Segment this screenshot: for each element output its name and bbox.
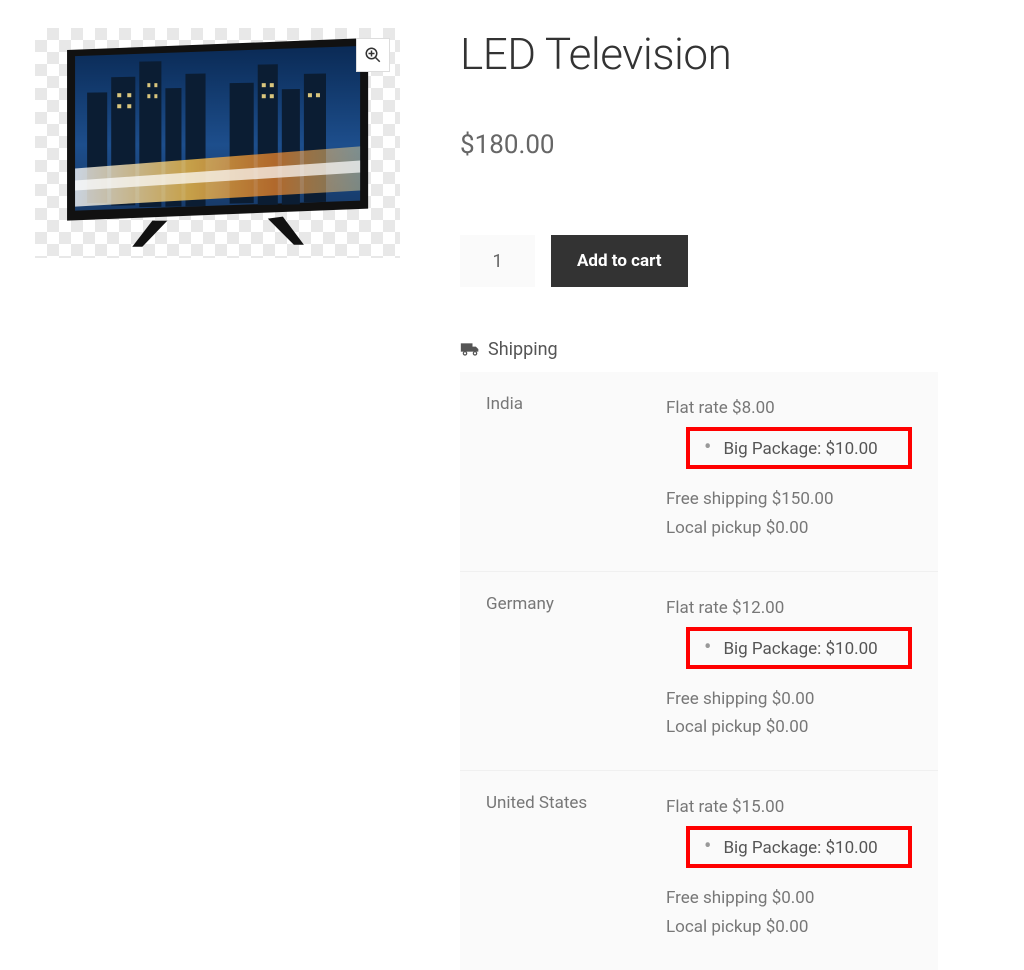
add-to-cart-button[interactable]: Add to cart — [551, 235, 688, 287]
shipping-row: Germany Flat rate $12.00 Big Package: $1… — [460, 572, 938, 772]
product-price: $180.00 — [460, 130, 989, 160]
free-shipping-line: Free shipping $150.00 — [666, 485, 912, 514]
flat-rate-line: Flat rate $8.00 — [666, 394, 912, 423]
shipping-country: Germany — [486, 594, 666, 743]
product-title: LED Television — [460, 28, 989, 80]
product-info-column: LED Television $180.00 Add to cart Shipp… — [460, 28, 989, 970]
quantity-stepper[interactable] — [460, 235, 535, 287]
price-amount: 180.00 — [475, 130, 555, 160]
highlighted-extra-fee: Big Package: $10.00 — [686, 826, 912, 868]
shipping-country: United States — [486, 793, 666, 942]
extra-fee-text: Big Package: $10.00 — [723, 439, 877, 459]
currency-symbol: $ — [460, 130, 475, 160]
truck-icon — [460, 340, 480, 360]
extra-fee-text: Big Package: $10.00 — [723, 639, 877, 659]
extra-fee-text: Big Package: $10.00 — [723, 838, 877, 858]
free-shipping-line: Free shipping $0.00 — [666, 685, 912, 714]
shipping-row: United States Flat rate $15.00 Big Packa… — [460, 771, 938, 970]
local-pickup-line: Local pickup $0.00 — [666, 713, 912, 742]
zoom-icon[interactable] — [356, 38, 390, 72]
highlighted-extra-fee: Big Package: $10.00 — [686, 427, 912, 469]
shipping-country: India — [486, 394, 666, 543]
product-image[interactable] — [35, 28, 400, 258]
shipping-label: Shipping — [488, 339, 558, 360]
flat-rate-line: Flat rate $12.00 — [666, 594, 912, 623]
local-pickup-line: Local pickup $0.00 — [666, 514, 912, 543]
flat-rate-line: Flat rate $15.00 — [666, 793, 912, 822]
shipping-row: India Flat rate $8.00 Big Package: $10.0… — [460, 372, 938, 572]
free-shipping-line: Free shipping $0.00 — [666, 884, 912, 913]
shipping-header: Shipping — [460, 339, 989, 360]
local-pickup-line: Local pickup $0.00 — [666, 913, 912, 942]
add-to-cart-row: Add to cart — [460, 235, 989, 287]
tv-illustration — [57, 38, 378, 249]
highlighted-extra-fee: Big Package: $10.00 — [686, 627, 912, 669]
product-image-column — [35, 28, 400, 970]
shipping-table: India Flat rate $8.00 Big Package: $10.0… — [460, 372, 938, 970]
